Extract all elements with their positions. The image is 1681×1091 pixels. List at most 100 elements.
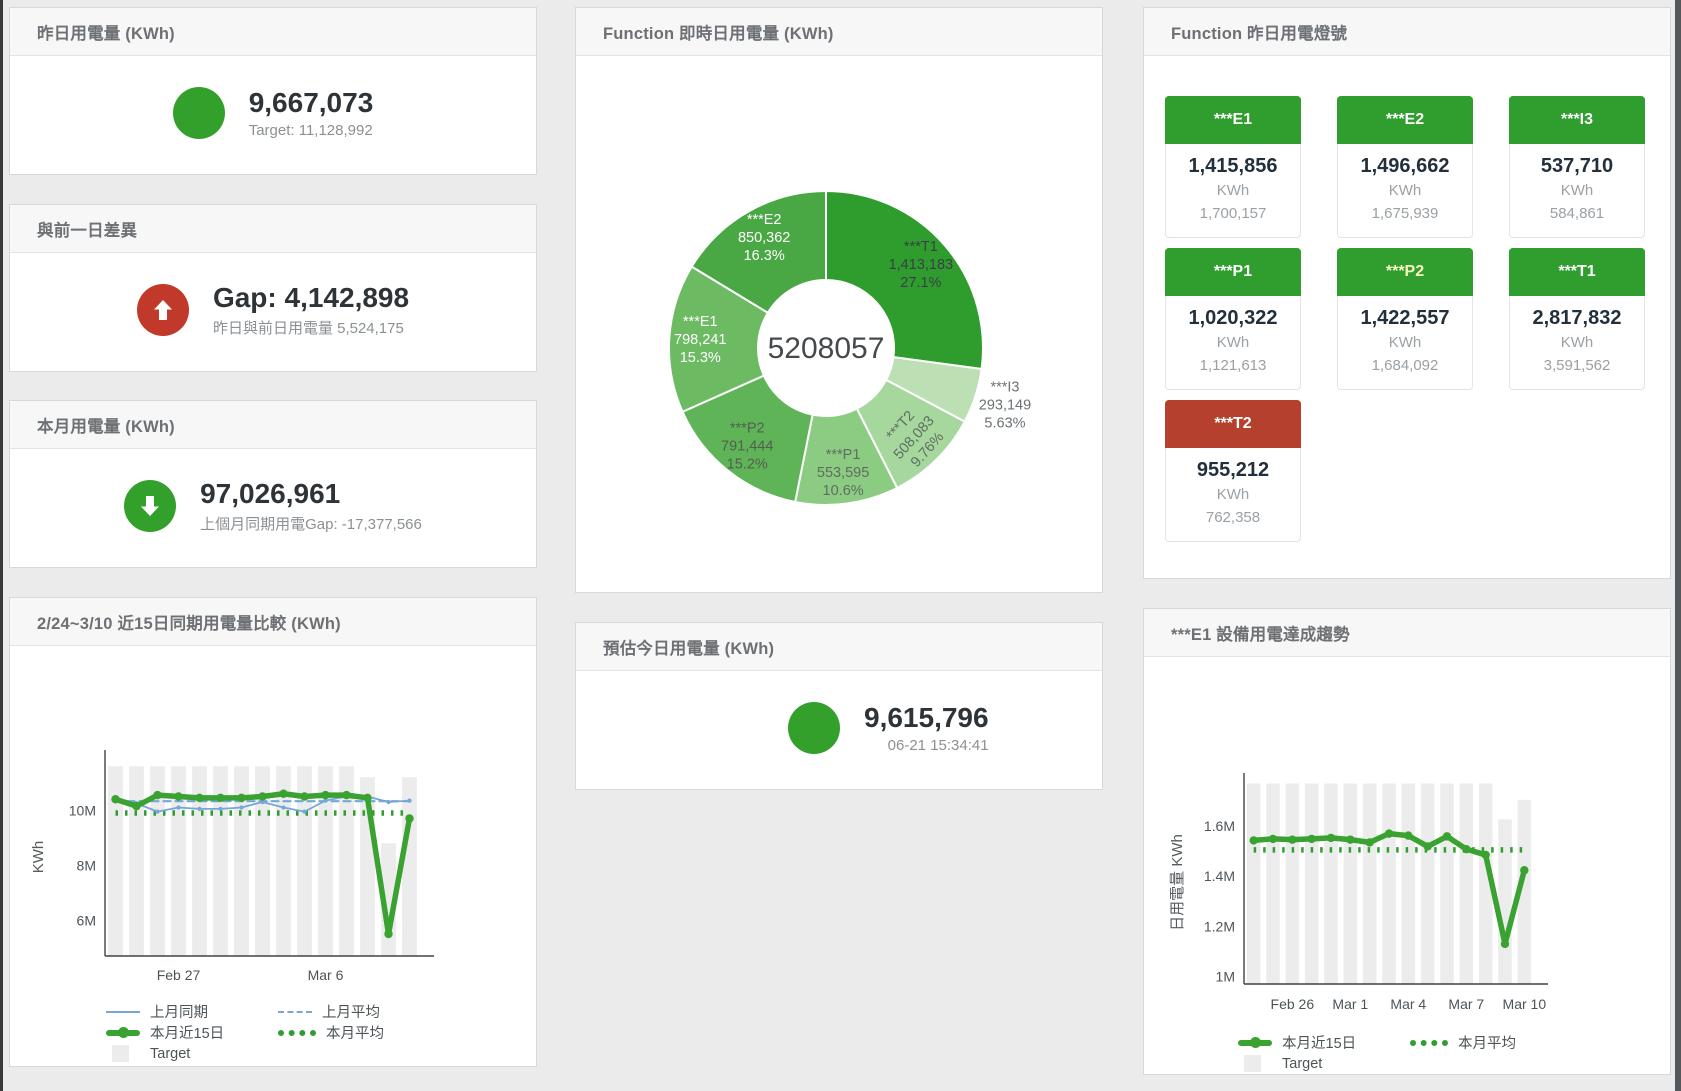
status-tile: ***T2 955,212 KWh 762,358: [1165, 400, 1301, 542]
svg-text:KWh: KWh: [30, 841, 47, 874]
panel-month-usage: 本月用電量 (KWh) 97,026,961 上個月同期用電Gap: -17,3…: [9, 400, 537, 568]
panel-title: Function 即時日用電量 (KWh): [603, 20, 834, 44]
legend-label: 本月平均: [326, 1022, 384, 1043]
status-tile: ***P2 1,422,557 KWh 1,684,092: [1337, 248, 1473, 390]
square-gray-swatch-icon: [112, 1045, 129, 1062]
green-down-arrow-icon: [124, 480, 176, 532]
stat-subtitle: Target: 11,128,992: [249, 122, 374, 139]
status-tile-value: 1,496,662: [1338, 153, 1472, 179]
dot-green-swatch-icon: [1410, 1040, 1448, 1046]
stat-row: 97,026,961 上個月同期用電Gap: -17,377,566: [10, 449, 536, 567]
square-gray-swatch-icon: [1244, 1055, 1261, 1072]
status-tile-target: 584,861: [1510, 202, 1644, 225]
status-tile-target: 1,675,939: [1338, 202, 1472, 225]
svg-text:8M: 8M: [77, 857, 96, 873]
thick-green-swatch-icon: [106, 1030, 140, 1036]
status-tile-unit: KWh: [1510, 179, 1644, 202]
legend-item[interactable]: 上月平均: [278, 1001, 450, 1022]
status-tile-target: 1,700,157: [1166, 202, 1300, 225]
panel-title: 預估今日用電量 (KWh): [603, 635, 774, 659]
svg-text:10M: 10M: [69, 802, 96, 818]
panel-title: 與前一日差異: [37, 217, 137, 241]
svg-text:Mar 4: Mar 4: [1390, 996, 1426, 1012]
legend-label: 本月平均: [1458, 1032, 1516, 1053]
status-tile-unit: KWh: [1338, 331, 1472, 354]
status-tile-unit: KWh: [1166, 179, 1300, 202]
status-tile-value: 537,710: [1510, 153, 1644, 179]
line-blue-swatch-icon: [106, 1011, 140, 1013]
status-tile-header: ***P2: [1337, 248, 1473, 296]
stat-subtitle: 昨日與前日用電量 5,524,175: [213, 317, 409, 338]
panel-e1-trend-chart: ***E1 設備用電達成趨勢 1M1.2M1.4M1.6M日用電量 KWhFeb…: [1143, 608, 1671, 1075]
stat-subtitle: 上個月同期用電Gap: -17,377,566: [200, 513, 422, 534]
legend-item[interactable]: 本月近15日: [1238, 1032, 1410, 1053]
stat-value: 97,026,961: [200, 478, 422, 510]
stat-row: Gap: 4,142,898 昨日與前日用電量 5,524,175: [10, 253, 536, 371]
status-tile-unit: KWh: [1510, 331, 1644, 354]
legend-label: Target: [1282, 1056, 1322, 1072]
legend-item[interactable]: 本月平均: [1410, 1032, 1582, 1053]
status-tile-header: ***I3: [1509, 96, 1645, 144]
panel-today-estimate: 預估今日用電量 (KWh) 9,615,796 06-21 15:34:41: [575, 622, 1103, 790]
stat-value: Gap: 4,142,898: [213, 282, 409, 314]
panel-title: 昨日用電量 (KWh): [37, 20, 175, 44]
legend-label: Target: [150, 1046, 190, 1062]
status-tile-header: ***E2: [1337, 96, 1473, 144]
status-tiles-grid: ***E1 1,415,856 KWh 1,700,157 ***E2 1,49…: [1144, 56, 1670, 542]
panel-title: 2/24~3/10 近15日同期用電量比較 (KWh): [37, 610, 341, 634]
legend-item[interactable]: 本月近15日: [106, 1022, 278, 1043]
status-tile-header: ***P1: [1165, 248, 1301, 296]
status-tile-value: 1,422,557: [1338, 305, 1472, 331]
e1-trend-chart: 1M1.2M1.4M1.6M日用電量 KWhFeb 26Mar 1Mar 4Ma…: [1144, 657, 1670, 1025]
status-tile: ***P1 1,020,322 KWh 1,121,613: [1165, 248, 1301, 390]
panel-title: 本月用電量 (KWh): [37, 413, 175, 437]
legend-item[interactable]: Target: [106, 1045, 190, 1062]
status-tile-target: 762,358: [1166, 506, 1300, 529]
panel-header: Function 即時日用電量 (KWh): [576, 8, 1102, 56]
green-circle-icon: [788, 702, 840, 754]
svg-text:1.6M: 1.6M: [1204, 818, 1235, 834]
svg-text:1M: 1M: [1216, 968, 1235, 984]
legend-item[interactable]: 本月平均: [278, 1022, 450, 1043]
legend-item[interactable]: 上月同期: [106, 1001, 278, 1022]
legend-item[interactable]: Target: [1238, 1055, 1322, 1072]
panel-compare-chart: 2/24~3/10 近15日同期用電量比較 (KWh) 6M8M10MKWhFe…: [9, 597, 537, 1067]
status-tile-unit: KWh: [1166, 483, 1300, 506]
panel-realtime-donut: Function 即時日用電量 (KWh) ***T11,413,18327.1…: [575, 7, 1103, 593]
dash-blue-swatch-icon: [278, 1011, 312, 1013]
page-left-edge: [0, 0, 3, 1091]
donut-chart: ***T11,413,18327.1%***I3293,1495.63%***T…: [576, 56, 1102, 592]
stat-subtitle: 06-21 15:34:41: [864, 737, 989, 754]
thick-green-swatch-icon: [1238, 1040, 1272, 1046]
svg-text:Mar 10: Mar 10: [1503, 996, 1547, 1012]
status-tile-target: 1,121,613: [1166, 354, 1300, 377]
stat-row: 9,615,796 06-21 15:34:41: [576, 671, 1102, 789]
panel-header: Function 昨日用電燈號: [1144, 8, 1670, 56]
svg-text:***I3293,1495.63%: ***I3293,1495.63%: [979, 380, 1031, 432]
status-tile: ***E2 1,496,662 KWh 1,675,939: [1337, 96, 1473, 238]
status-tile-target: 1,684,092: [1338, 354, 1472, 377]
scrollbar[interactable]: [1675, 0, 1681, 1091]
svg-text:Feb 27: Feb 27: [157, 967, 201, 983]
svg-text:Mar 7: Mar 7: [1448, 996, 1484, 1012]
stat-value: 9,667,073: [249, 87, 374, 119]
panel-header: 本月用電量 (KWh): [10, 401, 536, 449]
svg-text:Feb 26: Feb 26: [1271, 996, 1315, 1012]
status-tile: ***I3 537,710 KWh 584,861: [1509, 96, 1645, 238]
compare-chart-legend: 上月同期 上月平均本月近15日 本月平均 Target: [10, 1001, 536, 1064]
legend-label: 上月平均: [322, 1001, 380, 1022]
svg-text:日用電量 KWh: 日用電量 KWh: [1169, 834, 1186, 931]
status-tile-value: 1,020,322: [1166, 305, 1300, 331]
green-circle-icon: [173, 87, 225, 139]
status-tile-unit: KWh: [1166, 331, 1300, 354]
svg-text:Mar 1: Mar 1: [1332, 996, 1368, 1012]
stat-row: 9,667,073 Target: 11,128,992: [10, 56, 536, 174]
panel-yesterday-usage: 昨日用電量 (KWh) 9,667,073 Target: 11,128,992: [9, 7, 537, 175]
panel-title: ***E1 設備用電達成趨勢: [1171, 621, 1350, 645]
panel-header: ***E1 設備用電達成趨勢: [1144, 609, 1670, 657]
panel-title: Function 昨日用電燈號: [1171, 20, 1347, 44]
dashboard: { "colors": { "accent_green": "#33a02c",…: [0, 0, 1681, 1091]
panel-header: 2/24~3/10 近15日同期用電量比較 (KWh): [10, 598, 536, 646]
panel-header: 昨日用電量 (KWh): [10, 8, 536, 56]
status-tile-value: 2,817,832: [1510, 305, 1644, 331]
